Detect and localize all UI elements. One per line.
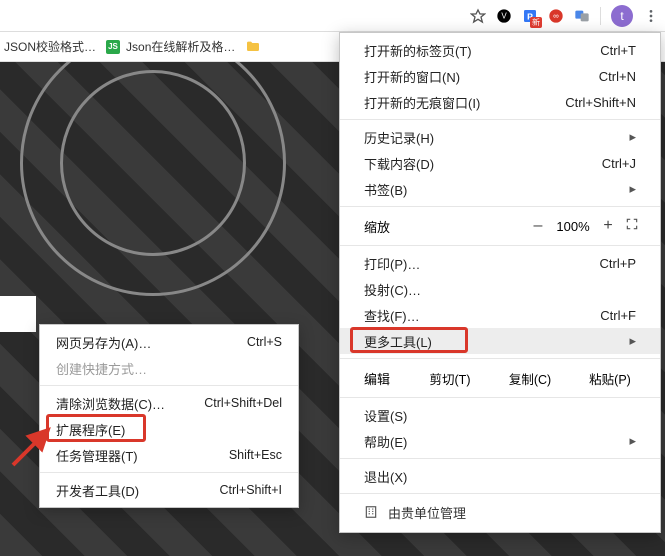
edit-copy-button[interactable]: 复制(C) xyxy=(492,369,568,388)
menu-print[interactable]: 打印(P)… Ctrl+P xyxy=(340,250,660,276)
submenu-create-shortcut[interactable]: 创建快捷方式… xyxy=(40,355,298,381)
menu-cast[interactable]: 投射(C)… xyxy=(340,276,660,302)
folder-icon xyxy=(245,39,261,55)
menu-new-tab[interactable]: 打开新的标签页(T) Ctrl+T xyxy=(340,37,660,63)
svg-text:∞: ∞ xyxy=(553,11,559,20)
menu-help[interactable]: 帮助(E) ▸ xyxy=(340,428,660,454)
menu-managed[interactable]: 由贵单位管理 xyxy=(340,498,660,526)
submenu-devtools[interactable]: 开发者工具(D) Ctrl+Shift+I xyxy=(40,477,298,503)
menu-bookmarks[interactable]: 书签(B) ▸ xyxy=(340,176,660,202)
menu-separator xyxy=(40,385,298,386)
p-badge-icon[interactable]: P 新 xyxy=(522,8,538,24)
menu-zoom-row: 缩放 – 100% + xyxy=(340,211,660,241)
menu-downloads[interactable]: 下载内容(D) Ctrl+J xyxy=(340,150,660,176)
zoom-in-button[interactable]: + xyxy=(596,217,620,235)
menu-incognito[interactable]: 打开新的无痕窗口(I) Ctrl+Shift+N xyxy=(340,89,660,115)
menu-separator xyxy=(340,358,660,359)
star-icon[interactable] xyxy=(470,8,486,24)
v-badge-icon[interactable]: V xyxy=(496,8,512,24)
menu-new-window[interactable]: 打开新的窗口(N) Ctrl+N xyxy=(340,63,660,89)
menu-separator xyxy=(340,119,660,120)
submenu-extensions[interactable]: 扩展程序(E) xyxy=(40,416,298,442)
infinity-icon[interactable]: ∞ xyxy=(548,8,564,24)
more-tools-submenu: 网页另存为(A)… Ctrl+S 创建快捷方式… 清除浏览数据(C)… Ctrl… xyxy=(39,324,299,508)
menu-separator xyxy=(40,472,298,473)
managed-label: 由贵单位管理 xyxy=(388,503,466,522)
menu-separator xyxy=(340,493,660,494)
menu-find[interactable]: 查找(F)… Ctrl+F xyxy=(340,302,660,328)
bookmark-item[interactable]: JSON校验格式… xyxy=(4,38,96,55)
bookmark-item[interactable]: JS Json在线解析及格… xyxy=(106,38,235,55)
menu-separator xyxy=(340,397,660,398)
browser-toolbar: V P 新 ∞ t xyxy=(0,0,665,32)
edit-cut-button[interactable]: 剪切(T) xyxy=(412,369,488,388)
submenu-arrow-icon: ▸ xyxy=(624,181,636,197)
submenu-arrow-icon: ▸ xyxy=(624,333,636,349)
avatar[interactable]: t xyxy=(611,5,633,27)
bookmark-label: JSON校验格式… xyxy=(4,38,96,55)
menu-separator xyxy=(340,245,660,246)
menu-separator xyxy=(340,458,660,459)
p-badge-new-icon: 新 xyxy=(530,17,542,28)
submenu-taskmgr[interactable]: 任务管理器(T) Shift+Esc xyxy=(40,442,298,468)
menu-exit[interactable]: 退出(X) xyxy=(340,463,660,489)
svg-text:V: V xyxy=(501,11,507,20)
submenu-clear-data[interactable]: 清除浏览数据(C)… Ctrl+Shift+Del xyxy=(40,390,298,416)
submenu-arrow-icon: ▸ xyxy=(624,433,636,449)
submenu-arrow-icon: ▸ xyxy=(624,129,636,145)
edit-label: 编辑 xyxy=(364,369,408,388)
zoom-label: 缩放 xyxy=(364,217,526,236)
fullscreen-icon[interactable] xyxy=(620,217,644,236)
translate-icon[interactable] xyxy=(574,8,590,24)
menu-more-tools[interactable]: 更多工具(L) ▸ xyxy=(340,328,660,354)
menu-separator xyxy=(340,206,660,207)
edit-paste-button[interactable]: 粘贴(P) xyxy=(572,369,648,388)
bookmark-label: Json在线解析及格… xyxy=(126,38,235,55)
json-favicon-icon: JS xyxy=(106,40,120,54)
zoom-percent: 100% xyxy=(550,219,596,234)
building-icon xyxy=(364,505,378,519)
chrome-main-menu: 打开新的标签页(T) Ctrl+T 打开新的窗口(N) Ctrl+N 打开新的无… xyxy=(339,32,661,533)
menu-settings[interactable]: 设置(S) xyxy=(340,402,660,428)
toolbar-separator xyxy=(600,7,601,25)
menu-edit-row: 编辑 剪切(T) 复制(C) 粘贴(P) xyxy=(340,363,660,393)
bookmark-folder[interactable] xyxy=(245,39,261,55)
zoom-out-button[interactable]: – xyxy=(526,217,550,235)
kebab-icon[interactable] xyxy=(643,8,659,24)
submenu-save-as[interactable]: 网页另存为(A)… Ctrl+S xyxy=(40,329,298,355)
bg-white-patch xyxy=(0,296,36,332)
menu-history[interactable]: 历史记录(H) ▸ xyxy=(340,124,660,150)
